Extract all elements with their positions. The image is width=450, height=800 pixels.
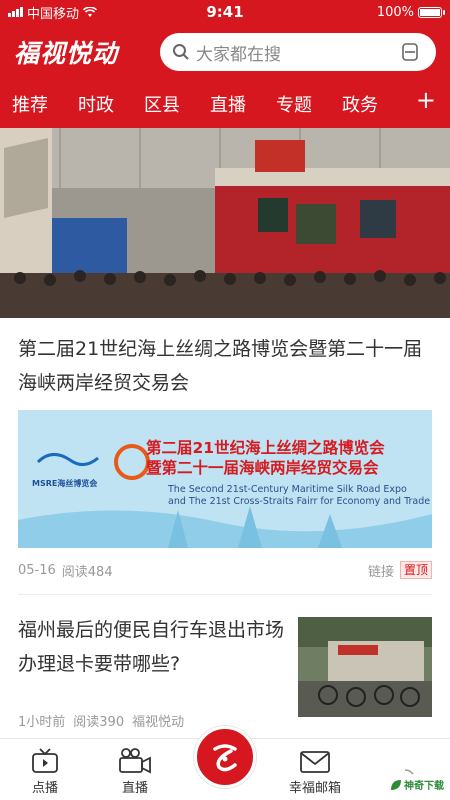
- banner-title: 第二届21世纪海上丝绸之路博览会 暨第二十一届海峡两岸经贸交易会: [146, 439, 385, 477]
- tab-live[interactable]: 直播: [210, 91, 246, 117]
- expo-banner[interactable]: MSRE海丝博览会 第二届21世纪海上丝绸之路博览会 暨第二十一届海峡两岸经贸交…: [18, 410, 432, 548]
- status-bar: 中国移动 9:41 100%: [0, 0, 450, 24]
- article-type: 链接: [367, 564, 394, 580]
- scan-icon[interactable]: [402, 43, 418, 61]
- tab-mailbox[interactable]: 幸福邮箱: [275, 749, 355, 796]
- app-header: 中国移动 9:41 100% 福视悦动 大家都在搜 推荐 时政 区县 直播 专题…: [0, 0, 450, 128]
- pinned-badge: 置顶: [399, 561, 432, 579]
- hero-image[interactable]: [0, 128, 450, 318]
- search-bar[interactable]: 大家都在搜: [160, 33, 436, 71]
- signal-icon: [8, 7, 23, 17]
- article-reads: 阅读484: [61, 564, 113, 580]
- app-logo: 福视悦动: [14, 39, 119, 68]
- battery-icon: [418, 6, 445, 18]
- article-title[interactable]: 第二届21世纪海上丝绸之路博览会暨第二十一届海峡两岸经贸交易会: [0, 318, 450, 400]
- article2-title[interactable]: 福州最后的便民自行车退出市场 办理退卡要带哪些?: [18, 613, 284, 681]
- fu-logo-icon[interactable]: [194, 726, 256, 788]
- tab-topics[interactable]: 专题: [276, 91, 312, 117]
- tab-districts[interactable]: 区县: [144, 91, 180, 117]
- watermark: 神奇下载: [390, 777, 444, 792]
- bottom-tabbar: 点播 直播 幸福邮箱 神奇下载: [0, 726, 450, 800]
- tab-label: 幸福邮箱: [288, 781, 341, 796]
- article2-reads: 阅读390: [73, 715, 125, 730]
- list-item[interactable]: 福州最后的便民自行车退出市场 办理退卡要带哪些? 1小时前 阅读390 福视悦动: [0, 595, 450, 730]
- mail-icon: [300, 751, 330, 773]
- tab-government[interactable]: 政务: [342, 91, 378, 117]
- tab-live-stream[interactable]: 直播: [95, 747, 175, 796]
- article-date: 05-16: [18, 562, 56, 578]
- tab-label: 直播: [121, 781, 148, 796]
- carrier-label: 中国移动: [27, 6, 80, 22]
- tab-recommend[interactable]: 推荐: [12, 91, 48, 117]
- add-channel-button[interactable]: +: [416, 86, 436, 114]
- tab-label: 点播: [31, 781, 58, 796]
- search-icon: [173, 44, 189, 60]
- wifi-icon: [83, 6, 98, 17]
- article-meta: 05-16 阅读484 链接 置顶: [0, 548, 450, 580]
- article2-thumbnail[interactable]: [298, 617, 432, 717]
- battery-percent: 100%: [376, 4, 414, 20]
- tab-politics[interactable]: 时政: [78, 91, 114, 117]
- channel-nav: 推荐 时政 区县 直播 专题 政务: [0, 80, 450, 128]
- tab-vod[interactable]: 点播: [5, 747, 85, 796]
- msre-logo-text: MSRE海丝博览会: [32, 479, 98, 488]
- tv-icon: [32, 748, 58, 773]
- article2-time: 1小时前: [18, 715, 66, 730]
- article2-source: 福视悦动: [132, 715, 185, 730]
- banner-english: The Second 21st-Century Maritime Silk Ro…: [168, 484, 431, 507]
- tab-home[interactable]: [185, 726, 265, 796]
- leaf-icon: [391, 779, 401, 790]
- search-placeholder: 大家都在搜: [196, 44, 281, 65]
- video-camera-icon: [119, 748, 151, 774]
